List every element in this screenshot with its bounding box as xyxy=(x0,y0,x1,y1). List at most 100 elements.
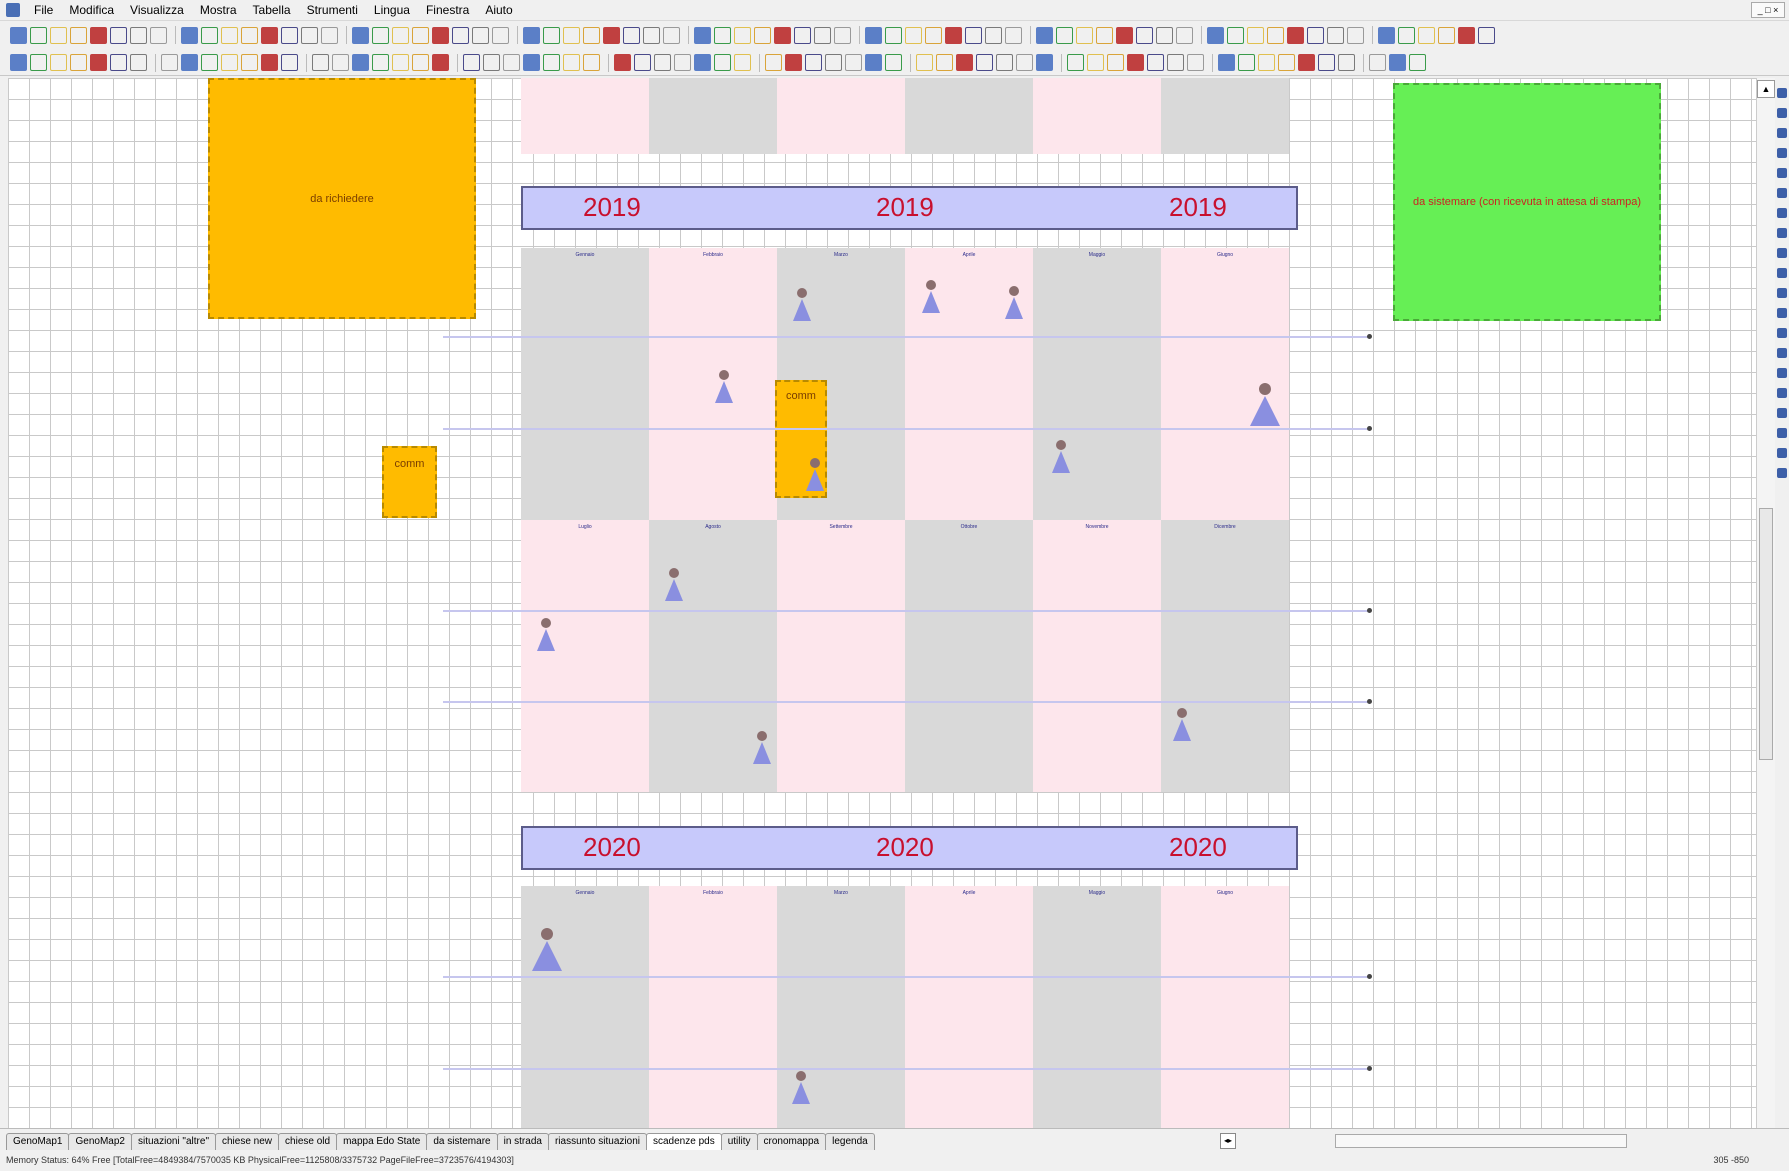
side-tool-icon[interactable] xyxy=(1777,228,1787,238)
toolbar-tool-icon[interactable] xyxy=(1176,26,1193,44)
toolbar-tool-icon[interactable] xyxy=(523,26,540,44)
scroll-up-icon[interactable]: ▲ xyxy=(1757,80,1775,98)
toolbar-tool-icon[interactable] xyxy=(734,54,751,71)
toolbar-tool-icon[interactable] xyxy=(956,54,973,71)
person-marker-icon[interactable] xyxy=(790,1071,812,1105)
toolbar-tool-icon[interactable] xyxy=(1438,26,1455,44)
person-marker-icon[interactable] xyxy=(751,731,773,765)
side-tool-icon[interactable] xyxy=(1777,88,1787,98)
side-tool-icon[interactable] xyxy=(1777,308,1787,318)
window-controls[interactable]: _ □ × xyxy=(1751,2,1785,18)
toolbar-tool-icon[interactable] xyxy=(814,26,831,44)
toolbar-tool-icon[interactable] xyxy=(312,54,329,71)
person-marker-icon[interactable] xyxy=(530,928,564,972)
toolbar-tool-icon[interactable] xyxy=(1369,54,1386,71)
sheet-tab[interactable]: chiese old xyxy=(278,1133,338,1150)
side-tool-icon[interactable] xyxy=(1777,288,1787,298)
toolbar-tool-icon[interactable] xyxy=(765,54,782,71)
sheet-tab[interactable]: chiese new xyxy=(215,1133,280,1150)
toolbar-tool-icon[interactable] xyxy=(674,54,691,71)
toolbar-tool-icon[interactable] xyxy=(90,54,107,71)
note-comm-left[interactable]: comm xyxy=(382,446,437,518)
toolbar-tool-icon[interactable] xyxy=(50,54,67,71)
toolbar-tool-icon[interactable] xyxy=(321,26,338,44)
toolbar-tool-icon[interactable] xyxy=(110,54,127,71)
person-marker-icon[interactable] xyxy=(535,618,557,652)
toolbar-tool-icon[interactable] xyxy=(10,54,27,71)
side-tool-icon[interactable] xyxy=(1777,248,1787,258)
toolbar-tool-icon[interactable] xyxy=(281,54,298,71)
toolbar-tool-icon[interactable] xyxy=(130,26,147,44)
toolbar-tool-icon[interactable] xyxy=(885,54,902,71)
vertical-scrollbar[interactable]: ▲ xyxy=(1756,78,1775,1128)
menu-aiuto[interactable]: Aiuto xyxy=(477,0,520,20)
toolbar-tool-icon[interactable] xyxy=(583,26,600,44)
toolbar-tool-icon[interactable] xyxy=(301,26,318,44)
toolbar-tool-icon[interactable] xyxy=(865,26,882,44)
app-icon[interactable] xyxy=(6,3,20,17)
toolbar-tool-icon[interactable] xyxy=(483,54,500,71)
toolbar-tool-icon[interactable] xyxy=(412,26,429,44)
person-marker-icon[interactable] xyxy=(791,288,813,322)
toolbar-tool-icon[interactable] xyxy=(432,26,449,44)
sheet-tab[interactable]: legenda xyxy=(825,1133,875,1150)
menu-mostra[interactable]: Mostra xyxy=(192,0,245,20)
menu-lingua[interactable]: Lingua xyxy=(366,0,418,20)
toolbar-tool-icon[interactable] xyxy=(1116,26,1133,44)
person-marker-icon[interactable] xyxy=(1003,286,1025,320)
side-tool-icon[interactable] xyxy=(1777,388,1787,398)
sheet-tab[interactable]: riassunto situazioni xyxy=(547,1133,647,1150)
toolbar-tool-icon[interactable] xyxy=(452,26,469,44)
toolbar-tool-icon[interactable] xyxy=(70,54,87,71)
toolbar-tool-icon[interactable] xyxy=(221,54,238,71)
toolbar-tool-icon[interactable] xyxy=(996,54,1013,71)
toolbar-tool-icon[interactable] xyxy=(885,26,902,44)
toolbar-tool-icon[interactable] xyxy=(976,54,993,71)
toolbar-tool-icon[interactable] xyxy=(1087,54,1104,71)
toolbar-tool-icon[interactable] xyxy=(774,26,791,44)
toolbar-tool-icon[interactable] xyxy=(643,26,660,44)
toolbar-tool-icon[interactable] xyxy=(794,26,811,44)
person-marker-icon[interactable] xyxy=(1050,440,1072,474)
toolbar-tool-icon[interactable] xyxy=(1056,26,1073,44)
toolbar-tool-icon[interactable] xyxy=(1127,54,1144,71)
menu-strumenti[interactable]: Strumenti xyxy=(299,0,366,20)
scroll-thumb[interactable] xyxy=(1759,508,1773,760)
toolbar-tool-icon[interactable] xyxy=(221,26,238,44)
side-tool-icon[interactable] xyxy=(1777,468,1787,478)
side-tool-icon[interactable] xyxy=(1777,148,1787,158)
toolbar-tool-icon[interactable] xyxy=(1107,54,1124,71)
toolbar-tool-icon[interactable] xyxy=(472,26,489,44)
toolbar-tool-icon[interactable] xyxy=(372,54,389,71)
toolbar-tool-icon[interactable] xyxy=(1207,26,1224,44)
toolbar-tool-icon[interactable] xyxy=(352,26,369,44)
toolbar-tool-icon[interactable] xyxy=(150,26,167,44)
toolbar-tool-icon[interactable] xyxy=(583,54,600,71)
toolbar-tool-icon[interactable] xyxy=(1067,54,1084,71)
menu-modifica[interactable]: Modifica xyxy=(61,0,122,20)
toolbar-tool-icon[interactable] xyxy=(1418,26,1435,44)
toolbar-tool-icon[interactable] xyxy=(694,26,711,44)
toolbar-tool-icon[interactable] xyxy=(90,26,107,44)
toolbar-tool-icon[interactable] xyxy=(925,26,942,44)
toolbar-tool-icon[interactable] xyxy=(1478,26,1495,44)
toolbar-tool-icon[interactable] xyxy=(1409,54,1426,71)
toolbar-tool-icon[interactable] xyxy=(1096,26,1113,44)
side-tool-icon[interactable] xyxy=(1777,188,1787,198)
drawing-canvas[interactable]: da richiedere da sistemare (con ricevuta… xyxy=(8,78,1756,1128)
toolbar-tool-icon[interactable] xyxy=(714,26,731,44)
toolbar-tool-icon[interactable] xyxy=(1258,54,1275,71)
toolbar-tool-icon[interactable] xyxy=(1147,54,1164,71)
side-tool-icon[interactable] xyxy=(1777,408,1787,418)
toolbar-tool-icon[interactable] xyxy=(805,54,822,71)
toolbar-tool-icon[interactable] xyxy=(1347,26,1364,44)
toolbar-tool-icon[interactable] xyxy=(623,26,640,44)
toolbar-tool-icon[interactable] xyxy=(845,54,862,71)
toolbar-tool-icon[interactable] xyxy=(614,54,631,71)
side-tool-icon[interactable] xyxy=(1777,368,1787,378)
toolbar-tool-icon[interactable] xyxy=(734,26,751,44)
side-tool-icon[interactable] xyxy=(1777,208,1787,218)
toolbar-tool-icon[interactable] xyxy=(281,26,298,44)
horizontal-scrollbar[interactable] xyxy=(1335,1134,1627,1148)
note-da-richiedere[interactable]: da richiedere xyxy=(208,78,476,319)
